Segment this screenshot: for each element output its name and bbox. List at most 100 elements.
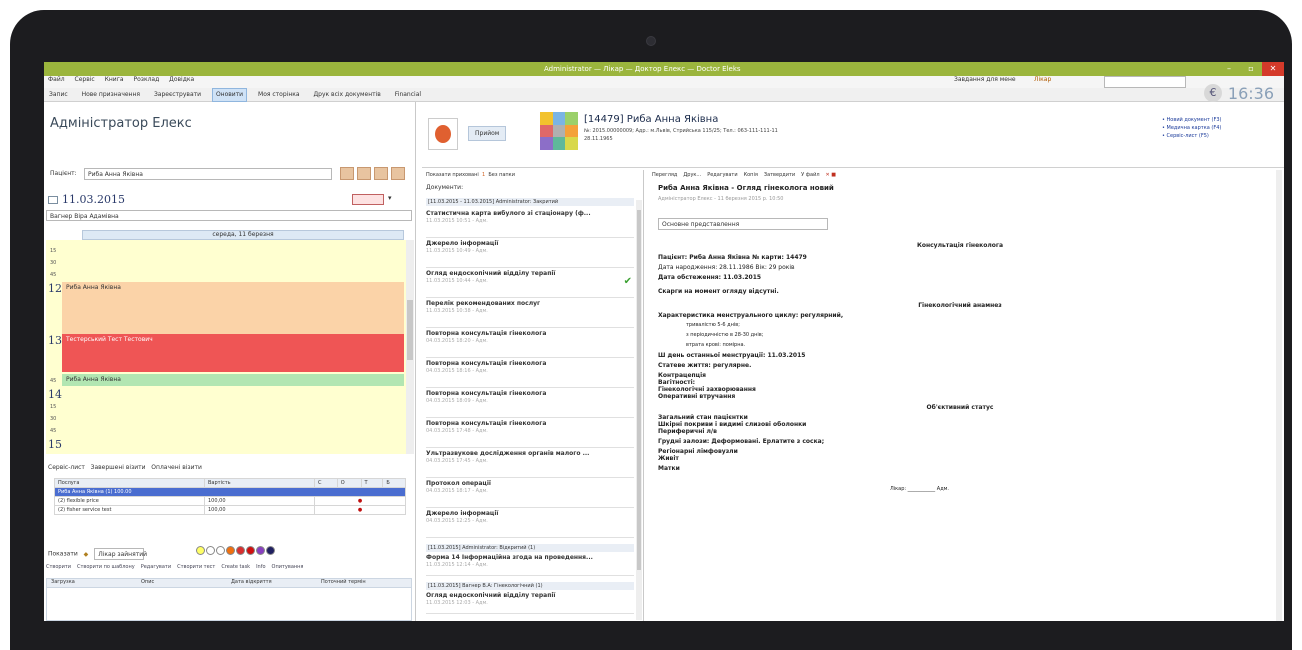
user-select[interactable]	[1104, 76, 1186, 88]
calendar-scrollbar[interactable]	[406, 240, 414, 454]
column-header[interactable]: С	[314, 478, 338, 488]
bottom-toolbar-button[interactable]: Створити по шаблону	[77, 564, 135, 570]
toolbar-refresh-button[interactable]: Оновити	[211, 88, 248, 102]
column-header[interactable]: Поточний термін	[317, 579, 407, 585]
history-button[interactable]: Прийом	[468, 126, 507, 141]
document-group[interactable]: [11.03.2015 - 11.03.2015] Administrator:…	[426, 198, 634, 206]
column-header[interactable]: Б	[382, 478, 406, 488]
color-swatch[interactable]	[256, 546, 265, 555]
list-item[interactable]: Огляд ендоскопічний відділу терапії 11.0…	[426, 592, 634, 614]
menu-book[interactable]: Книга	[105, 76, 124, 83]
user-label[interactable]: Лікар	[1034, 76, 1051, 102]
close-icon[interactable]: ✕	[1262, 62, 1284, 76]
count-badge[interactable]: 1	[482, 172, 485, 178]
maximize-icon[interactable]: ▫	[1240, 62, 1262, 76]
viewer-toolbar-button[interactable]: Копія	[744, 172, 758, 178]
column-header[interactable]: Вартість	[204, 478, 315, 488]
tab-service-list[interactable]: Сервіс-лист	[48, 464, 85, 471]
patient-print-icon[interactable]	[391, 167, 405, 180]
column-header[interactable]: Т	[360, 478, 384, 488]
patient-input[interactable]: Риба Анна Яківна	[84, 168, 332, 180]
list-item[interactable]: Огляд ендоскопічний відділу терапії 11.03…	[426, 270, 634, 298]
column-header[interactable]: Опис	[137, 579, 227, 585]
minimize-icon[interactable]: –	[1218, 62, 1240, 76]
color-swatch[interactable]	[236, 546, 245, 555]
menu-schedule[interactable]: Розклад	[133, 76, 159, 83]
viewer-scrollbar[interactable]	[1276, 170, 1282, 621]
document-group[interactable]: [11.03.2015] Вагнер В.А: Гінекологічний …	[426, 582, 634, 590]
toolbar-print-all-button[interactable]: Друк всіх документів	[310, 89, 383, 101]
viewer-toolbar-button[interactable]: Друк...	[683, 172, 701, 178]
bottom-toolbar-button[interactable]: Create task	[221, 564, 250, 570]
delete-icon[interactable]: ✕ ■	[826, 172, 837, 178]
show-hidden-button[interactable]: Показати приховані	[426, 172, 479, 178]
appointment-slot[interactable]: Риба Анна Яківна	[62, 282, 404, 334]
euro-icon[interactable]: €	[1204, 84, 1222, 102]
calendar-icon[interactable]	[48, 196, 58, 204]
bottom-toolbar-button[interactable]: Info	[256, 564, 265, 570]
column-header[interactable]: Загрузка	[47, 579, 137, 585]
new-document-link[interactable]: • Новий документ (F3)	[1162, 116, 1221, 124]
menu-file[interactable]: Файл	[48, 76, 65, 83]
medical-card-link[interactable]: • Медична картка (F4)	[1162, 124, 1221, 132]
column-header[interactable]: Дата відкриття	[227, 579, 317, 585]
bottom-toolbar-button[interactable]: Створити	[46, 564, 71, 570]
table-row[interactable]: (2) flexible price 100,00 ●	[54, 496, 406, 506]
list-item[interactable]: Джерело інформації 04.03.2015 12:25 - Адм…	[426, 510, 634, 538]
calendar-grid[interactable]: 15 30 45 12 Риба Анна Яківна 13 Тестерсь…	[46, 240, 406, 454]
color-swatch[interactable]	[206, 546, 215, 555]
column-header[interactable]: Послуга	[54, 478, 205, 488]
color-swatch[interactable]	[266, 546, 275, 555]
bottom-toolbar-button[interactable]: Опитування	[272, 564, 304, 570]
toolbar-register-button[interactable]: Зареєструвати	[151, 89, 204, 101]
date-navigator[interactable]	[352, 194, 384, 205]
view-select[interactable]: Основне представлення	[658, 218, 828, 230]
list-item[interactable]: Джерело інформації 11.03.2015 10:49 - Адм…	[426, 240, 634, 268]
table-row[interactable]: (2) fisher service test 100,00 ●	[54, 505, 406, 515]
doctor-select[interactable]: Вагнер Віра Адамівна	[46, 210, 412, 221]
appointment-slot[interactable]: Тестерський Тест Тестович	[62, 334, 404, 372]
scroll-thumb[interactable]	[637, 210, 641, 570]
tab-completed-visits[interactable]: Завершені візити	[91, 464, 146, 471]
bottom-toolbar-button[interactable]: Редагувати	[141, 564, 171, 570]
menu-service[interactable]: Сервіс	[75, 76, 95, 83]
list-item[interactable]: Повторна консультація гінеколога 04.03.20…	[426, 390, 634, 418]
documents-scrollbar[interactable]	[636, 200, 642, 620]
service-list-link[interactable]: • Сервіс-лист (F5)	[1162, 132, 1221, 140]
patient-search-icon[interactable]	[340, 167, 354, 180]
tab-paid-visits[interactable]: Оплачені візити	[151, 464, 202, 471]
list-item[interactable]: Протокол операції 04.03.2015 18:17 - Адм.	[426, 480, 634, 508]
scroll-thumb[interactable]	[407, 300, 413, 360]
menu-help[interactable]: Довідка	[169, 76, 194, 83]
document-group[interactable]: [11.03.2015] Administrator: Відкритий (1…	[426, 544, 634, 552]
list-item[interactable]: Повторна консультація гінеколога 04.03.20…	[426, 330, 634, 358]
column-header[interactable]: О	[336, 478, 362, 488]
bottom-toolbar-button[interactable]: Створити тест	[177, 564, 215, 570]
patient-edit-icon[interactable]	[357, 167, 371, 180]
list-item[interactable]: Статистична карта вибулого зі стаціонару…	[426, 210, 634, 238]
table-row[interactable]: Риба Анна Яківна (1) 100.00	[54, 487, 406, 497]
color-swatch[interactable]	[226, 546, 235, 555]
no-folder-button[interactable]: Без папки	[488, 172, 515, 178]
chevron-down-icon[interactable]: ▾	[388, 194, 392, 202]
list-item[interactable]: Ультразвукове дослідження органів малого…	[426, 450, 634, 478]
toolbar-new-appointment-button[interactable]: Нове призначення	[79, 89, 143, 101]
avatar[interactable]	[428, 118, 458, 150]
toolbar-my-page-button[interactable]: Моя сторінка	[255, 89, 303, 101]
color-swatch[interactable]	[196, 546, 205, 555]
doctor-filter-select[interactable]: Лікар зайнятий	[94, 548, 147, 560]
appointment-slot[interactable]: Риба Анна Яківна	[62, 374, 404, 386]
viewer-toolbar-button[interactable]: У файл	[801, 172, 819, 178]
color-swatch[interactable]	[216, 546, 225, 555]
filter-icon[interactable]: ◆	[84, 551, 89, 558]
list-item[interactable]: Форма 14 Інформаційна згода на проведенн…	[426, 554, 634, 576]
toolbar-record-button[interactable]: Запис	[46, 89, 71, 101]
viewer-toolbar-button[interactable]: Затвердити	[764, 172, 795, 178]
list-item[interactable]: Повторна консультація гінеколога 04.03.20…	[426, 360, 634, 388]
patient-card-icon[interactable]	[374, 167, 388, 180]
list-item[interactable]: Повторна консультація гінеколога 04.03.20…	[426, 420, 634, 448]
viewer-toolbar-button[interactable]: Перегляд	[652, 172, 677, 178]
toolbar-financial-button[interactable]: Financial	[392, 89, 424, 101]
color-swatch[interactable]	[246, 546, 255, 555]
viewer-toolbar-button[interactable]: Редагувати	[707, 172, 737, 178]
